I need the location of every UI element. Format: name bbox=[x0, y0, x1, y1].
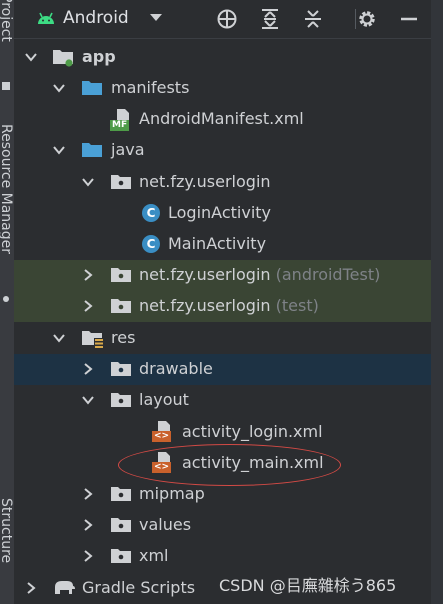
crosshair-icon[interactable] bbox=[216, 8, 238, 30]
tree-item-app[interactable]: app bbox=[14, 42, 431, 73]
project-tab[interactable]: Project bbox=[0, 0, 14, 42]
tree-item-manifests[interactable]: manifests bbox=[14, 73, 431, 104]
gear-icon[interactable] bbox=[356, 8, 378, 30]
tree-item-res[interactable]: res bbox=[14, 323, 431, 354]
folder-icon bbox=[82, 81, 102, 95]
chevron-down-icon[interactable] bbox=[52, 143, 66, 157]
chevron-right-icon[interactable] bbox=[81, 362, 95, 376]
chevron-down-icon[interactable] bbox=[24, 50, 38, 64]
gradle-elephant-icon bbox=[55, 581, 75, 594]
chevron-right-icon[interactable] bbox=[81, 299, 95, 313]
chevron-down-icon[interactable] bbox=[52, 331, 66, 345]
right-edge-strip bbox=[431, 0, 443, 604]
structure-tab[interactable]: Structure bbox=[0, 498, 14, 578]
tree-item-package-android-test[interactable]: net.fzy.userlogin (androidTest) bbox=[14, 260, 431, 291]
tree-item-label: net.fzy.userlogin bbox=[139, 172, 271, 191]
class-icon: C bbox=[142, 235, 160, 253]
tree-item-label: mipmap bbox=[139, 484, 205, 503]
tree-item-label: values bbox=[139, 515, 192, 534]
watermark: CSDN @㠯廡雜梌う865 bbox=[219, 576, 397, 595]
tree-item-label: activity_login.xml bbox=[182, 422, 323, 441]
package-name: net.fzy.userlogin bbox=[139, 296, 271, 315]
resource-folder-icon bbox=[82, 331, 104, 348]
tree-item-label: AndroidManifest.xml bbox=[139, 109, 304, 128]
view-selector-label[interactable]: Android bbox=[63, 8, 129, 28]
tree-item-label: layout bbox=[139, 390, 189, 409]
xml-badge: <> bbox=[152, 431, 172, 442]
tree-item-label: Gradle Scripts bbox=[82, 578, 196, 597]
chevron-down-icon[interactable] bbox=[81, 175, 95, 189]
package-icon bbox=[111, 393, 131, 407]
tree-item-label: java bbox=[111, 140, 145, 159]
package-name: net.fzy.userlogin bbox=[139, 265, 271, 284]
tree-item-label: drawable bbox=[139, 359, 213, 378]
tree-item-main-activity[interactable]: C MainActivity bbox=[14, 229, 431, 260]
resource-manager-tab[interactable]: Resource Manager bbox=[0, 124, 14, 294]
tree-item-android-manifest[interactable]: MF AndroidManifest.xml bbox=[14, 104, 431, 135]
source-set-suffix: (test) bbox=[275, 296, 319, 315]
package-icon bbox=[111, 518, 131, 532]
tree-item-label: xml bbox=[139, 546, 169, 565]
package-icon bbox=[111, 175, 131, 189]
source-set-suffix: (androidTest) bbox=[275, 265, 381, 284]
tree-item-drawable[interactable]: drawable bbox=[14, 354, 431, 385]
class-icon: C bbox=[142, 204, 160, 222]
folder-icon bbox=[82, 143, 102, 157]
tree-item-label: LoginActivity bbox=[168, 203, 271, 222]
android-icon bbox=[38, 12, 54, 24]
chevron-right-icon[interactable] bbox=[81, 518, 95, 532]
chevron-down-icon[interactable] bbox=[52, 81, 66, 95]
package-icon bbox=[111, 549, 131, 563]
tree-item-label: res bbox=[111, 328, 136, 347]
chevron-down-icon[interactable] bbox=[149, 13, 163, 23]
chevron-right-icon[interactable] bbox=[81, 487, 95, 501]
tree-item-label: net.fzy.userlogin (test) bbox=[139, 296, 319, 315]
tree-item-package-test[interactable]: net.fzy.userlogin (test) bbox=[14, 291, 431, 322]
tree-item-login-activity[interactable]: C LoginActivity bbox=[14, 198, 431, 229]
package-icon bbox=[111, 299, 131, 313]
module-folder-icon bbox=[53, 50, 73, 67]
chevron-down-icon[interactable] bbox=[81, 393, 95, 407]
chevron-right-icon[interactable] bbox=[81, 549, 95, 563]
tree-item-label: manifests bbox=[111, 78, 190, 97]
minimize-icon[interactable] bbox=[398, 8, 420, 30]
package-icon bbox=[111, 487, 131, 501]
annotation-ellipse bbox=[118, 444, 341, 486]
collapse-all-icon[interactable] bbox=[302, 8, 324, 30]
tree-item-package-main[interactable]: net.fzy.userlogin bbox=[14, 167, 431, 198]
expand-all-icon[interactable] bbox=[259, 8, 281, 30]
mf-badge: MF bbox=[110, 120, 130, 131]
tree-item-xml[interactable]: xml bbox=[14, 541, 431, 572]
package-icon bbox=[111, 362, 131, 376]
chevron-right-icon[interactable] bbox=[24, 581, 38, 595]
package-icon bbox=[111, 268, 131, 282]
tree-item-layout[interactable]: layout bbox=[14, 385, 431, 416]
tab-marker-icon bbox=[3, 296, 9, 302]
tree-item-values[interactable]: values bbox=[14, 510, 431, 541]
chevron-right-icon[interactable] bbox=[81, 268, 95, 282]
tree-item-label: MainActivity bbox=[168, 234, 267, 253]
tree-item-java[interactable]: java bbox=[14, 135, 431, 166]
tab-marker-icon bbox=[2, 82, 10, 90]
tree-item-label: net.fzy.userlogin (androidTest) bbox=[139, 265, 380, 284]
left-tool-strip: Project Resource Manager Structure bbox=[0, 0, 14, 604]
project-toolbar: Android bbox=[14, 0, 431, 39]
tree-item-label: app bbox=[82, 47, 116, 66]
